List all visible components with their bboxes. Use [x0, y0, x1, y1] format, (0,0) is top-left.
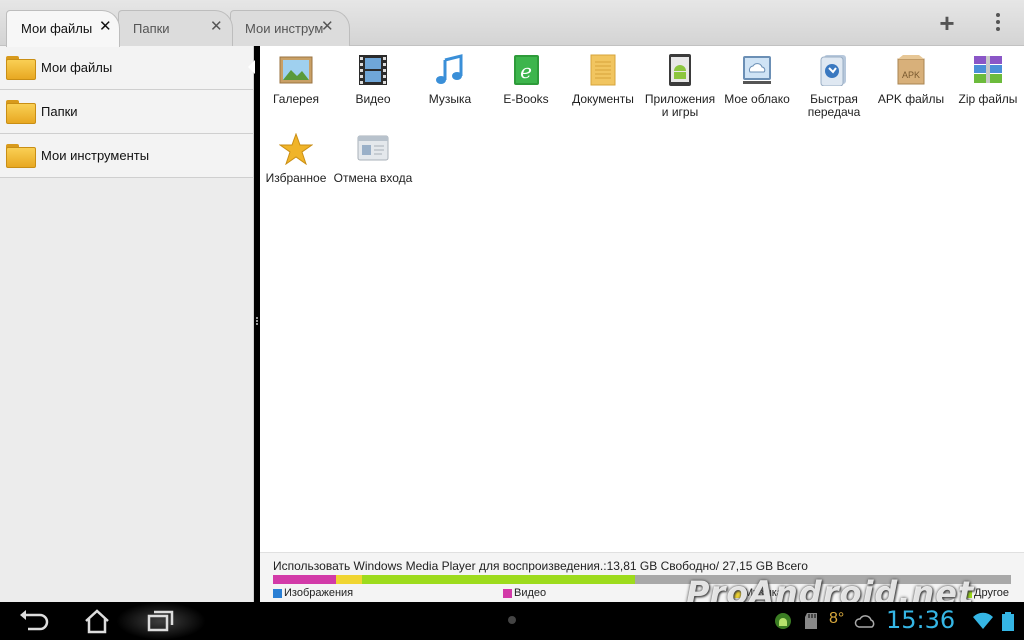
storage-segment: [273, 575, 336, 584]
category-label: Мое облако: [724, 92, 790, 106]
category-favorites[interactable]: Избранное: [256, 132, 336, 185]
sidebar-item-label: Мои файлы: [41, 60, 113, 75]
category-logout[interactable]: Отмена входа: [333, 133, 413, 185]
legend-label: Изображения: [284, 587, 354, 599]
legend-swatch: [273, 588, 282, 598]
file-category-grid: Галерея Видео Музыка e E-Books Документы…: [260, 46, 1024, 552]
legend-item-images: Изображения: [273, 587, 353, 599]
category-label: APK файлы: [877, 92, 945, 106]
sidebar-item-label: Мои инструменты: [41, 148, 150, 163]
storage-summary: Использовать Windows Media Player для во…: [273, 559, 808, 573]
category-my-cloud[interactable]: Мое облако: [717, 54, 797, 106]
category-label: Zip файлы: [958, 92, 1018, 106]
status-clock: 15:36: [886, 606, 956, 634]
legend-label: Видео: [514, 587, 547, 599]
quick-transfer-icon: [817, 54, 851, 87]
sidebar: Мои файлы Папки Мои инструменты: [0, 46, 254, 602]
documents-icon: [586, 54, 620, 86]
category-label: Отмена входа: [333, 171, 413, 185]
battery-icon: [1000, 612, 1016, 637]
weather-temperature: 8°: [829, 610, 845, 627]
category-gallery[interactable]: Галерея: [256, 54, 336, 106]
weather-cloud-icon: [854, 612, 878, 635]
category-label: E-Books: [503, 92, 549, 106]
plus-icon[interactable]: +: [934, 10, 960, 36]
legend-item-video: Видео: [503, 587, 546, 599]
ebook-icon: e: [509, 54, 543, 86]
star-icon: [278, 132, 314, 166]
tab-label: Мои файлы: [21, 21, 93, 36]
storage-segment: [361, 575, 635, 584]
page-indicator-dot: [508, 616, 516, 624]
tab-bar: Мои инструменты ✕ Папки ✕ Мои файлы ✕ +: [0, 0, 1024, 47]
category-apps-games[interactable]: Приложения и игры: [640, 54, 720, 119]
logout-icon: [356, 133, 390, 165]
category-quick-transfer[interactable]: Быстрая передача: [794, 54, 874, 119]
category-label: Приложения и игры: [644, 92, 716, 119]
svg-text:e: e: [520, 59, 532, 83]
sidebar-item-label: Папки: [41, 104, 78, 119]
tab-my-tools[interactable]: Мои инструменты ✕: [230, 10, 350, 46]
legend-swatch: [503, 588, 512, 598]
category-label: Документы: [572, 92, 634, 106]
category-label: Видео: [355, 92, 391, 106]
storage-segment: [335, 575, 362, 584]
selection-arrow: [248, 60, 255, 74]
folder-icon: [6, 143, 36, 168]
category-label: Избранное: [265, 171, 327, 185]
category-apk-files[interactable]: APK APK файлы: [871, 54, 951, 106]
close-icon[interactable]: ✕: [210, 17, 223, 37]
wifi-icon: [972, 612, 994, 635]
close-icon[interactable]: ✕: [99, 17, 112, 37]
sd-card-icon[interactable]: [804, 612, 818, 635]
category-label: Быстрая передача: [807, 92, 861, 119]
music-icon: [433, 54, 467, 86]
sidebar-item-my-files[interactable]: Мои файлы: [0, 46, 253, 90]
category-video[interactable]: Видео: [333, 54, 413, 106]
category-music[interactable]: Музыка: [410, 54, 490, 106]
folder-icon: [6, 55, 36, 80]
close-icon[interactable]: ✕: [321, 17, 334, 37]
category-ebooks[interactable]: e E-Books: [486, 54, 566, 106]
apk-badge-text: APK: [902, 70, 920, 80]
tab-label: Папки: [133, 21, 170, 36]
cloud-icon: [740, 54, 774, 86]
gallery-icon: [279, 54, 313, 86]
category-label: Галерея: [272, 92, 320, 106]
sidebar-item-folders[interactable]: Папки: [0, 90, 253, 134]
zip-icon: [971, 54, 1005, 86]
tab-folders[interactable]: Папки ✕: [118, 10, 233, 46]
overflow-menu-icon[interactable]: [986, 10, 1010, 36]
category-label: Музыка: [428, 92, 472, 106]
home-icon[interactable]: [80, 607, 114, 635]
recent-apps-icon[interactable]: [144, 607, 178, 635]
tab-my-files[interactable]: Мои файлы ✕: [6, 10, 120, 47]
apps-icon: [663, 54, 697, 86]
tab-label: Мои инструменты: [245, 21, 323, 36]
category-zip-files[interactable]: Zip файлы: [948, 54, 1024, 106]
apk-icon: APK: [894, 54, 928, 86]
android-notification-icon[interactable]: [774, 612, 792, 635]
back-icon[interactable]: [16, 607, 50, 635]
video-icon: [356, 54, 390, 86]
sidebar-item-my-tools[interactable]: Мои инструменты: [0, 134, 253, 178]
category-documents[interactable]: Документы: [563, 54, 643, 106]
folder-icon: [6, 99, 36, 124]
legend-label: Другое: [974, 587, 1009, 599]
